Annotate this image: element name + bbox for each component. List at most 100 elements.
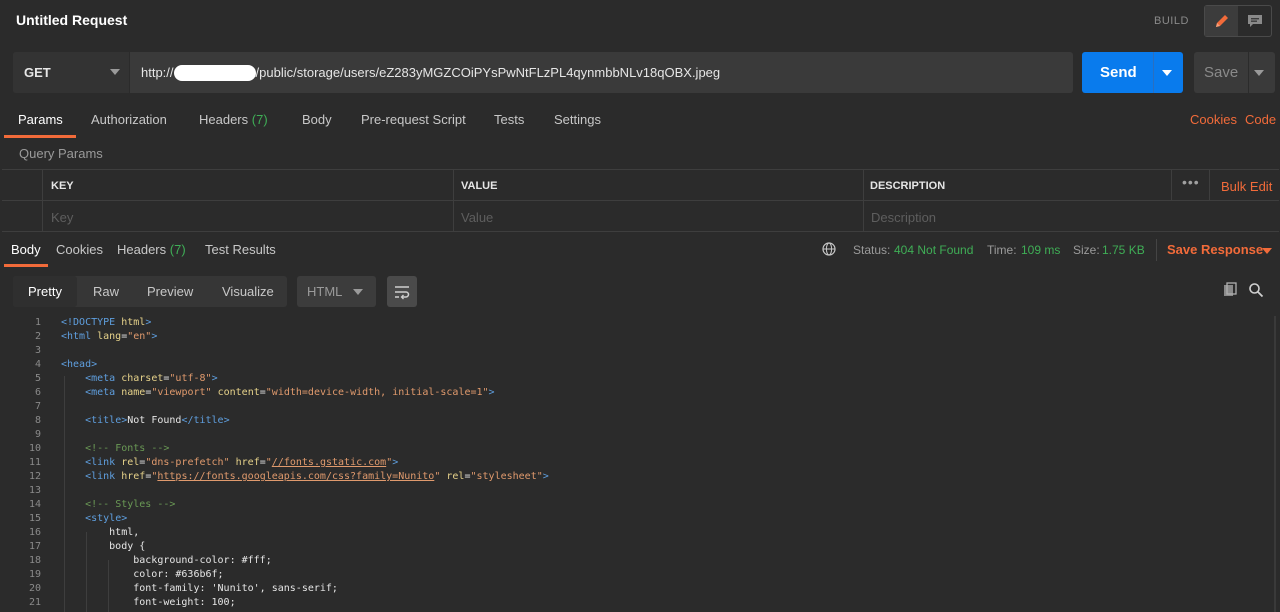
active-response-tab-indicator [4,264,48,267]
value-placeholder: Value [461,210,494,225]
send-label: Send [1100,64,1137,81]
time-value[interactable]: 109 ms [1021,243,1060,257]
line-number: 19 [28,569,41,580]
more-column: ••• [1171,170,1209,201]
line-number: 20 [28,583,41,594]
chevron-down-icon[interactable] [1162,70,1172,76]
size-value[interactable]: 1.75 KB [1102,243,1145,257]
value-cell[interactable]: Value [453,201,863,232]
response-tab-body[interactable]: Body [11,242,41,257]
save-divider [1248,52,1249,93]
response-tab-headers[interactable]: Headers (7) [117,242,186,257]
line-number: 6 [34,387,41,398]
code-line: 8 <title>Not Found</title> [0,415,1280,429]
scrollbar[interactable] [1274,316,1276,612]
send-button[interactable]: Send [1082,52,1183,93]
code-line: 4 <head> [0,359,1280,373]
description-column: DESCRIPTION [863,170,1171,201]
code-link[interactable]: Code [1245,112,1276,127]
code-line: 1 <!DOCTYPE html> [0,317,1280,331]
bulk-edit-link[interactable]: Bulk Edit [1221,179,1272,194]
description-placeholder: Description [871,210,937,225]
value-column: VALUE [453,170,863,201]
response-tab-test-results[interactable]: Test Results [205,242,276,257]
url-bar: GET http:// /public/storage/users/eZ283yM… [13,52,1073,93]
line-number: 15 [28,513,41,524]
line-number: 10 [28,443,41,454]
response-tab-cookies[interactable]: Cookies [56,242,103,257]
code-line: 11 <link rel="dns-prefetch" href="//font… [0,457,1280,471]
method-label: GET [24,65,51,80]
tab-headers-count: (7) [251,112,268,127]
code-line: 7 [0,401,1280,415]
line-number: 18 [28,555,41,566]
language-select[interactable]: HTML [297,276,376,307]
copy-icon[interactable] [1222,282,1238,298]
response-view-bar: Pretty Raw Preview Visualize HTML [0,274,1280,310]
save-response-button[interactable]: Save Response [1167,242,1263,257]
mode-toggle [1204,5,1272,37]
tab-settings[interactable]: Settings [554,112,601,127]
url-input[interactable]: http:// /public/storage/users/eZ283yMGZCO… [141,65,720,81]
line-number: 16 [28,527,41,538]
query-params-label: Query Params [19,146,103,161]
table-row: Key Value Description [2,201,1279,232]
line-number: 7 [34,401,41,412]
language-label: HTML [307,284,343,299]
tab-prerequest-script[interactable]: Pre-request Script [361,112,466,127]
line-number: 12 [28,471,41,482]
more-options-icon[interactable]: ••• [1182,174,1200,190]
tab-body[interactable]: Body [302,112,332,127]
line-number: 1 [34,317,41,328]
response-headers-label: Headers [117,242,167,257]
build-label: BUILD [1154,15,1189,27]
edit-mode-button[interactable] [1205,6,1238,36]
chevron-down-icon[interactable] [1262,248,1272,254]
key-cell[interactable]: Key [42,201,454,232]
line-number: 9 [34,429,41,440]
key-column: KEY [42,170,454,201]
request-title[interactable]: Untitled Request [16,12,127,28]
save-button[interactable]: Save [1194,52,1275,93]
code-line: 14 <!-- Styles --> [0,499,1280,513]
code-line: 16 html, [0,527,1280,541]
status-value[interactable]: 404 Not Found [894,243,973,257]
comment-icon [1247,15,1262,27]
line-number: 11 [28,457,41,468]
wrap-icon [395,285,410,299]
response-code-viewer[interactable]: 1 <!DOCTYPE html> 2 <html lang="en"> 3 4 <h… [0,314,1280,612]
url-prefix: http:// [141,65,174,80]
time-label: Time: [987,243,1017,257]
view-visualize[interactable]: Visualize [222,284,274,299]
view-preview[interactable]: Preview [147,284,193,299]
tab-tests[interactable]: Tests [494,112,524,127]
title-bar: Untitled Request BUILD [0,0,1280,42]
line-number: 4 [34,359,41,370]
code-line: 21 font-weight: 100; [0,597,1280,611]
description-cell[interactable]: Description [863,201,1279,232]
table-header-row: KEY VALUE DESCRIPTION ••• Bulk Edit [2,170,1279,201]
globe-icon[interactable] [822,242,836,256]
line-number: 8 [34,415,41,426]
response-headers-count: (7) [169,242,186,257]
search-icon[interactable] [1248,282,1264,298]
method-select[interactable]: GET [13,52,130,93]
tab-authorization[interactable]: Authorization [91,112,167,127]
code-line: 3 [0,345,1280,359]
chevron-down-icon[interactable] [1254,70,1264,76]
tab-headers-label: Headers [199,112,249,127]
size-label: Size: [1073,243,1100,257]
code-line: 20 font-family: 'Nunito', sans-serif; [0,583,1280,597]
wrap-lines-button[interactable] [387,276,417,307]
column-header-description: DESCRIPTION [870,180,946,192]
view-pretty[interactable]: Pretty [28,284,62,299]
status-label: Status: [853,243,891,257]
cookies-link[interactable]: Cookies [1190,112,1237,127]
tab-headers[interactable]: Headers (7) [199,112,268,127]
chevron-down-icon [353,289,363,295]
tab-params[interactable]: Params [18,112,63,127]
comments-mode-button[interactable] [1238,6,1271,36]
view-raw[interactable]: Raw [93,284,119,299]
line-number: 14 [28,499,41,510]
column-header-key: KEY [51,180,74,192]
